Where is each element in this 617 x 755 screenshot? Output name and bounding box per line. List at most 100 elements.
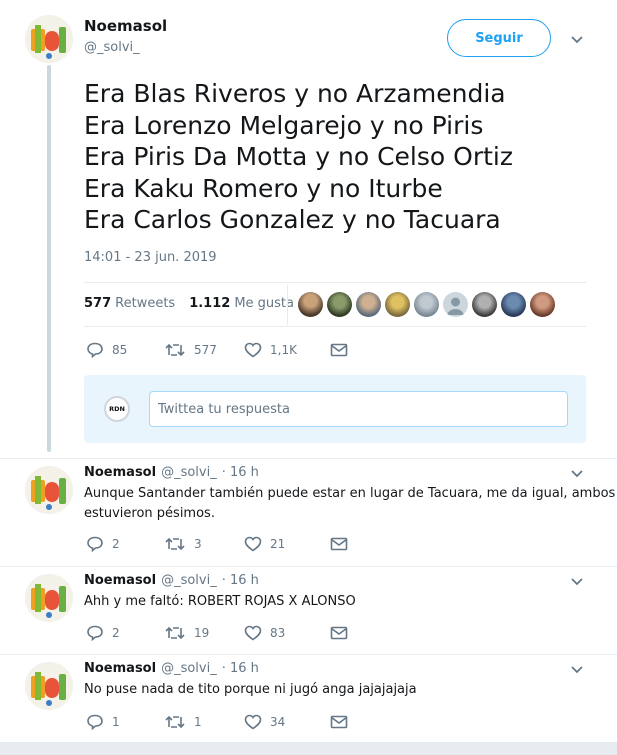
like-count: 83	[270, 626, 286, 640]
reply-header: Noemasol @_solvi_ · 16 h	[84, 573, 259, 588]
chevron-down-icon[interactable]	[570, 35, 584, 45]
retweet-count: 19	[194, 626, 210, 640]
author-handle[interactable]: @_solvi_	[161, 465, 217, 480]
like-button[interactable]: 1,1K	[244, 342, 330, 358]
avatar[interactable]	[25, 466, 73, 514]
like-button[interactable]: 21	[244, 536, 330, 552]
retweet-icon	[165, 343, 185, 357]
chevron-down-icon[interactable]	[570, 577, 584, 587]
liker-avatar[interactable]	[327, 292, 352, 317]
reply-line: Ahh y me faltó: ROBERT ROJAS X ALONSO	[84, 594, 356, 609]
retweet-count: 3	[194, 537, 202, 551]
divider	[84, 326, 586, 327]
author-name[interactable]: Noemasol	[84, 573, 156, 588]
reply-actions: 1 1 34	[86, 714, 348, 730]
retweet-button[interactable]: 1	[164, 714, 244, 730]
retweets-count[interactable]: 577	[84, 296, 111, 311]
like-icon	[244, 714, 262, 730]
dm-button[interactable]	[330, 343, 348, 357]
author-handle[interactable]: @_solvi_	[161, 661, 217, 676]
tweet-stats: 577 Retweets 1.112 Me gusta	[84, 296, 294, 311]
liker-avatar[interactable]	[356, 292, 381, 317]
reply-line: No puse nada de tito porque ni jugó anga…	[84, 682, 417, 697]
author-handle[interactable]: @_solvi_	[161, 573, 217, 588]
tweet-line: Era Piris Da Motta y no Celso Ortiz	[84, 142, 513, 171]
reply-count: 1	[112, 715, 120, 729]
reply-icon	[87, 625, 103, 641]
liker-avatar[interactable]	[501, 292, 526, 317]
liker-avatar[interactable]	[472, 292, 497, 317]
like-count: 34	[270, 715, 286, 729]
dm-icon	[330, 626, 348, 640]
retweets-label[interactable]: Retweets	[115, 296, 175, 311]
reply-time[interactable]: · 16 h	[222, 465, 259, 480]
reply-icon	[87, 536, 103, 552]
reply-line: estuvieron pésimos.	[84, 506, 215, 521]
author-name[interactable]: Noemasol	[84, 17, 167, 35]
reply-button[interactable]: 1	[86, 714, 164, 730]
reply-time[interactable]: · 16 h	[222, 573, 259, 588]
chevron-down-icon[interactable]	[570, 469, 584, 479]
divider	[287, 285, 288, 325]
avatar: RDN	[104, 396, 130, 422]
avatar[interactable]	[25, 574, 73, 622]
liker-avatar[interactable]	[298, 292, 323, 317]
reply-button[interactable]: 2	[86, 625, 164, 641]
reply-icon	[87, 342, 103, 358]
reply-count: 2	[112, 537, 120, 551]
author-name[interactable]: Noemasol	[84, 465, 156, 480]
liker-avatar[interactable]	[414, 292, 439, 317]
reply-line: Aunque Santander también puede estar en …	[84, 486, 616, 501]
reply-text: No puse nada de tito porque ni jugó anga…	[84, 680, 417, 700]
reply-button[interactable]: 2	[86, 536, 164, 552]
tweet-line: Era Kaku Romero y no Iturbe	[84, 173, 443, 203]
thread-line	[47, 65, 51, 452]
dm-button[interactable]	[330, 537, 348, 551]
like-button[interactable]: 34	[244, 714, 330, 730]
retweet-button[interactable]: 19	[164, 625, 244, 641]
divider	[84, 282, 586, 283]
tweet-line: Era Carlos Gonzalez y no Tacuara	[84, 205, 501, 234]
retweet-button[interactable]: 577	[164, 342, 244, 358]
liker-avatar[interactable]	[530, 292, 555, 317]
tweet-line: Era Blas Riveros y no Arzamendia	[84, 79, 506, 108]
retweet-icon	[165, 626, 185, 640]
reply-count: 85	[112, 343, 128, 357]
reply-actions: 2 19 83	[86, 625, 348, 641]
reply-button[interactable]: 85	[86, 342, 164, 358]
like-icon	[244, 342, 262, 358]
dm-icon	[330, 715, 348, 729]
divider	[0, 458, 617, 459]
dm-icon	[330, 343, 348, 357]
reply-actions: 2 3 21	[86, 536, 348, 552]
dm-button[interactable]	[330, 626, 348, 640]
liker-avatar[interactable]	[443, 292, 468, 317]
author-name[interactable]: Noemasol	[84, 661, 156, 676]
like-icon	[244, 536, 262, 552]
reply-text: Ahh y me faltó: ROBERT ROJAS X ALONSO	[84, 592, 356, 612]
tweet-timestamp[interactable]: 14:01 - 23 jun. 2019	[84, 250, 217, 265]
author-handle[interactable]: @_solvi_	[84, 40, 140, 55]
retweet-count: 1	[194, 715, 202, 729]
tweet-line: Era Lorenzo Melgarejo y no Piris	[84, 110, 484, 140]
likes-count[interactable]: 1.112	[189, 296, 230, 311]
reply-composer: RDN	[84, 375, 586, 443]
retweet-button[interactable]: 3	[164, 536, 244, 552]
reply-input[interactable]	[149, 391, 568, 427]
reply-time[interactable]: · 16 h	[222, 661, 259, 676]
liker-avatar[interactable]	[385, 292, 410, 317]
reply-count: 2	[112, 626, 120, 640]
chevron-down-icon[interactable]	[570, 665, 584, 675]
reply-header: Noemasol @_solvi_ · 16 h	[84, 465, 259, 480]
dm-button[interactable]	[330, 715, 348, 729]
avatar[interactable]	[25, 15, 73, 63]
like-button[interactable]: 83	[244, 625, 330, 641]
like-count: 21	[270, 537, 286, 551]
follow-button[interactable]: Seguir	[447, 19, 551, 57]
divider	[0, 654, 617, 655]
divider	[0, 566, 617, 567]
tweet-actions: 85 577 1,1K	[86, 342, 348, 358]
avatar[interactable]	[25, 662, 73, 710]
retweet-icon	[165, 537, 185, 551]
likes-label[interactable]: Me gusta	[234, 296, 294, 311]
